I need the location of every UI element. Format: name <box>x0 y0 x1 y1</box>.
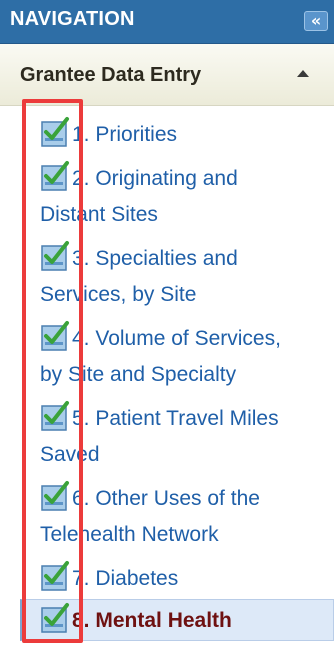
navigation-title: NAVIGATION <box>10 8 135 30</box>
nav-item-label[interactable]: 2. Originating and <box>72 167 238 190</box>
nav-item-label[interactable]: 3. Specialties and <box>72 247 238 270</box>
nav-item-originating-distant-sites[interactable]: 2. Originating and Distant Sites <box>40 160 334 233</box>
nav-item-label[interactable]: 4. Volume of Services, <box>72 327 281 350</box>
nav-item-priorities[interactable]: 1. Priorities <box>40 116 334 153</box>
nav-item-specialties-services[interactable]: 3. Specialties and Services, by Site <box>40 240 334 313</box>
nav-item-label[interactable]: 7. Diabetes <box>72 567 178 590</box>
nav-item-label-active[interactable]: 8. Mental Health <box>72 609 232 632</box>
nav-item-diabetes[interactable]: 7. Diabetes <box>40 560 334 597</box>
section-header-grantee-data-entry[interactable]: Grantee Data Entry <box>0 44 334 106</box>
nav-item-patient-travel-miles[interactable]: 5. Patient Travel Miles Saved <box>40 400 334 473</box>
double-chevron-left-icon: « <box>310 11 322 30</box>
nav-item-label[interactable]: 5. Patient Travel Miles <box>72 407 279 430</box>
navigation-header: NAVIGATION « <box>0 0 334 44</box>
nav-item-label[interactable]: 6. Other Uses of the <box>72 487 260 510</box>
nav-item-label[interactable]: 1. Priorities <box>72 123 177 146</box>
caret-up-icon[interactable] <box>297 70 309 77</box>
section-title: Grantee Data Entry <box>20 64 202 86</box>
nav-item-other-uses[interactable]: 6. Other Uses of the Telehealth Network <box>40 480 334 553</box>
nav-item-volume-of-services[interactable]: 4. Volume of Services, by Site and Speci… <box>40 320 334 393</box>
highlight-annotation-box <box>22 99 83 643</box>
collapse-button[interactable]: « <box>304 11 328 31</box>
